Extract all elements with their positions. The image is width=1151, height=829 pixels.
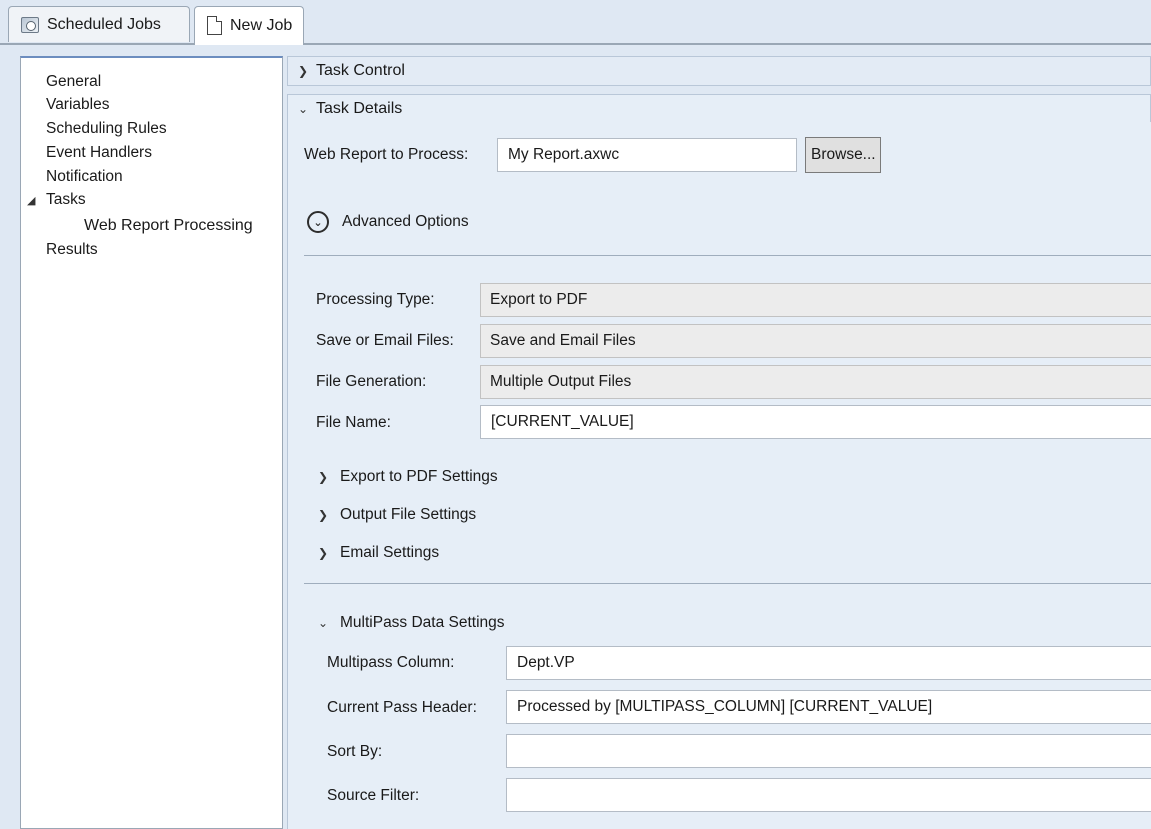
multipass-settings-toggle[interactable]: ⌄ MultiPass Data Settings xyxy=(318,614,505,632)
section-title: Task Details xyxy=(316,100,403,117)
nav-item-notification[interactable]: Notification xyxy=(46,167,123,187)
task-details-body: Web Report to Process: My Report.axwc Br… xyxy=(287,122,1151,829)
save-email-label: Save or Email Files: xyxy=(316,332,454,349)
source-filter-label: Source Filter: xyxy=(327,787,420,804)
chevron-down-icon: ⌄ xyxy=(298,102,309,116)
toggle-label: Output File Settings xyxy=(340,506,477,523)
tree-expanded-icon[interactable]: ◢ xyxy=(27,194,35,207)
save-email-select[interactable]: Save and Email Files xyxy=(480,324,1151,358)
multipass-column-label: Multipass Column: xyxy=(327,654,455,671)
chevron-right-icon: ❯ xyxy=(318,546,329,560)
toggle-label: Export to PDF Settings xyxy=(340,468,498,485)
file-generation-label: File Generation: xyxy=(316,373,427,390)
advanced-options-chevron-icon[interactable]: ⌄ xyxy=(307,211,329,233)
nav-item-variables[interactable]: Variables xyxy=(46,95,109,115)
sort-by-field[interactable] xyxy=(506,734,1151,768)
divider xyxy=(304,583,1151,584)
file-name-field[interactable]: [CURRENT_VALUE] xyxy=(480,405,1151,439)
toggle-label: MultiPass Data Settings xyxy=(340,614,505,631)
tab-label: Scheduled Jobs xyxy=(47,15,161,33)
active-tab-gap xyxy=(195,43,303,45)
current-pass-header-field[interactable]: Processed by [MULTIPASS_COLUMN] [CURRENT… xyxy=(506,690,1151,724)
job-navigation-tree: General Variables Scheduling Rules Event… xyxy=(20,56,283,829)
output-file-settings-toggle[interactable]: ❯ Output File Settings xyxy=(318,506,476,524)
tab-strip: Scheduled Jobs New Job xyxy=(0,0,1151,45)
section-task-control[interactable]: ❯ Task Control xyxy=(287,56,1151,86)
tab-scheduled-jobs[interactable]: Scheduled Jobs xyxy=(8,6,190,42)
source-filter-field[interactable] xyxy=(506,778,1151,812)
export-pdf-settings-toggle[interactable]: ❯ Export to PDF Settings xyxy=(318,468,498,486)
tab-label: New Job xyxy=(230,16,293,34)
nav-item-general[interactable]: General xyxy=(46,72,101,92)
section-title: Task Control xyxy=(316,62,405,79)
chevron-down-icon: ⌄ xyxy=(318,616,329,630)
nav-item-event-handlers[interactable]: Event Handlers xyxy=(46,143,152,163)
processing-type-label: Processing Type: xyxy=(316,291,435,308)
web-report-field[interactable]: My Report.axwc xyxy=(497,138,797,172)
document-icon xyxy=(207,16,222,35)
nav-item-tasks[interactable]: Tasks xyxy=(46,190,86,210)
section-task-details[interactable]: ⌄ Task Details xyxy=(287,94,1151,124)
chevron-right-icon: ❯ xyxy=(298,64,309,78)
tab-new-job[interactable]: New Job xyxy=(194,6,304,44)
nav-item-scheduling-rules[interactable]: Scheduling Rules xyxy=(46,119,167,139)
nav-item-web-report-processing[interactable]: Web Report Processing xyxy=(84,216,253,236)
scheduled-jobs-icon xyxy=(21,16,39,33)
chevron-right-icon: ❯ xyxy=(318,508,329,522)
chevron-right-icon: ❯ xyxy=(318,470,329,484)
nav-item-results[interactable]: Results xyxy=(46,240,98,260)
email-settings-toggle[interactable]: ❯ Email Settings xyxy=(318,544,439,562)
sort-by-label: Sort By: xyxy=(327,743,383,760)
task-editor-panel: ❯ Task Control ⌄ Task Details Web Report… xyxy=(287,56,1151,829)
tab-underline xyxy=(0,43,1151,45)
current-pass-header-label: Current Pass Header: xyxy=(327,699,477,716)
processing-type-select[interactable]: Export to PDF xyxy=(480,283,1151,317)
file-generation-select[interactable]: Multiple Output Files xyxy=(480,365,1151,399)
divider xyxy=(304,255,1151,256)
web-report-label: Web Report to Process: xyxy=(304,146,469,163)
advanced-options-toggle[interactable]: Advanced Options xyxy=(342,213,469,231)
browse-button[interactable]: Browse... xyxy=(805,137,881,173)
toggle-label: Email Settings xyxy=(340,544,440,561)
file-name-label: File Name: xyxy=(316,414,391,431)
multipass-column-field[interactable]: Dept.VP xyxy=(506,646,1151,680)
